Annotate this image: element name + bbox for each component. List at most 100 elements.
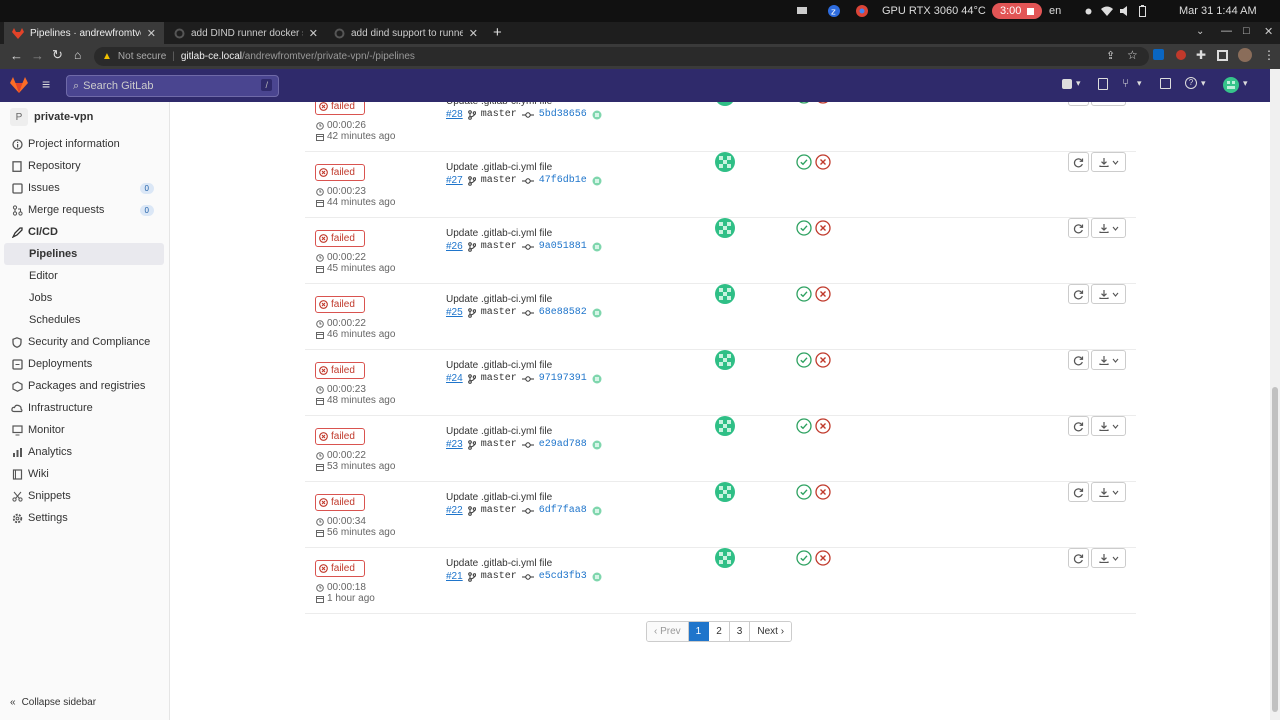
- pagination-page-3[interactable]: 3: [729, 622, 751, 641]
- status-badge[interactable]: failed: [315, 362, 365, 379]
- pagination-page-2[interactable]: 2: [709, 622, 730, 641]
- branch-name[interactable]: master: [481, 109, 517, 120]
- status-badge[interactable]: failed: [315, 102, 365, 115]
- tab-pipelines[interactable]: Pipelines · andrewfromtver / ✕: [4, 22, 164, 44]
- commit-sha[interactable]: 68e88582: [539, 307, 587, 318]
- sidebar-item-wiki[interactable]: Wiki: [4, 463, 164, 485]
- close-icon[interactable]: ✕: [469, 27, 478, 40]
- commit-title[interactable]: Update .gitlab-ci.yml file: [446, 228, 552, 239]
- commit-title[interactable]: Update .gitlab-ci.yml file: [446, 360, 552, 371]
- page-scrollbar[interactable]: [1270, 69, 1280, 720]
- sidebar-item-settings[interactable]: Settings: [4, 507, 164, 529]
- stage-success-icon[interactable]: [796, 418, 812, 434]
- retry-button[interactable]: [1068, 548, 1089, 568]
- sidepanel-icon[interactable]: [1217, 50, 1228, 61]
- pipeline-id-link[interactable]: #26: [446, 241, 463, 252]
- retry-button[interactable]: [1068, 152, 1089, 172]
- stage-failed-icon[interactable]: [815, 550, 831, 566]
- collapse-sidebar-button[interactable]: « Collapse sidebar: [10, 697, 96, 708]
- branch-name[interactable]: master: [481, 439, 517, 450]
- tab-dind-runner[interactable]: add DIND runner docker subn ✕: [166, 22, 326, 44]
- project-name[interactable]: private-vpn: [34, 111, 93, 123]
- download-artifacts-button[interactable]: [1091, 218, 1126, 238]
- branch-name[interactable]: master: [481, 241, 517, 252]
- pipeline-id-link[interactable]: #28: [446, 109, 463, 120]
- branch-name[interactable]: master: [481, 571, 517, 582]
- issues-header-icon[interactable]: [1098, 78, 1108, 90]
- triggerer-avatar[interactable]: [715, 482, 735, 502]
- stage-failed-icon[interactable]: [815, 220, 831, 236]
- stage-failed-icon[interactable]: [815, 154, 831, 170]
- download-artifacts-button[interactable]: [1091, 350, 1126, 370]
- sidebar-item-monitor[interactable]: Monitor: [4, 419, 164, 441]
- triggerer-avatar[interactable]: [715, 548, 735, 568]
- sidebar-item-merge-requests[interactable]: Merge requests 0: [4, 199, 164, 221]
- commit-sha[interactable]: 6df7faa8: [539, 505, 587, 516]
- pipeline-id-link[interactable]: #22: [446, 505, 463, 516]
- search-input[interactable]: ⌕ Search GitLab /: [66, 75, 279, 97]
- close-icon[interactable]: ✕: [147, 27, 156, 40]
- pipeline-id-link[interactable]: #27: [446, 175, 463, 186]
- sidebar-item-infrastructure[interactable]: Infrastructure: [4, 397, 164, 419]
- commit-title[interactable]: Update .gitlab-ci.yml file: [446, 102, 552, 107]
- status-badge[interactable]: failed: [315, 494, 365, 511]
- retry-button[interactable]: [1068, 218, 1089, 238]
- status-badge[interactable]: failed: [315, 230, 365, 247]
- triggerer-avatar[interactable]: [715, 284, 735, 304]
- puzzle-extensions-icon[interactable]: ✚: [1196, 48, 1206, 62]
- battery-icon[interactable]: [1139, 0, 1146, 22]
- commit-title[interactable]: Update .gitlab-ci.yml file: [446, 492, 552, 503]
- scrollbar-thumb[interactable]: [1272, 387, 1278, 712]
- chevron-down-icon[interactable]: ▾: [1243, 78, 1248, 89]
- sidebar-item-schedules[interactable]: Schedules: [4, 309, 164, 331]
- sidebar-item-issues[interactable]: Issues 0: [4, 177, 164, 199]
- home-icon[interactable]: ⌂: [74, 48, 81, 62]
- triggerer-avatar[interactable]: [715, 350, 735, 370]
- triggerer-avatar[interactable]: [715, 416, 735, 436]
- help-icon[interactable]: ?: [1185, 77, 1197, 89]
- project-avatar[interactable]: P: [10, 108, 28, 126]
- commit-title[interactable]: Update .gitlab-ci.yml file: [446, 294, 552, 305]
- chevron-down-icon[interactable]: ▾: [1076, 78, 1081, 89]
- stage-success-icon[interactable]: [796, 102, 812, 104]
- chrome-icon[interactable]: [856, 0, 868, 22]
- retry-button[interactable]: [1068, 102, 1089, 106]
- triggerer-avatar[interactable]: [715, 152, 735, 172]
- pagination-next[interactable]: Next ›: [750, 622, 792, 641]
- stage-failed-icon[interactable]: [815, 484, 831, 500]
- stage-success-icon[interactable]: [796, 484, 812, 500]
- todo-icon[interactable]: [1160, 78, 1171, 89]
- timer-pill[interactable]: 3:00: [992, 3, 1043, 19]
- linkedin-extension-icon[interactable]: [1153, 49, 1164, 60]
- stage-failed-icon[interactable]: [815, 102, 831, 104]
- maximize-icon[interactable]: □: [1243, 25, 1250, 37]
- pipeline-id-link[interactable]: #25: [446, 307, 463, 318]
- reload-icon[interactable]: ↻: [52, 47, 63, 63]
- stage-success-icon[interactable]: [796, 286, 812, 302]
- brightness-icon[interactable]: [1083, 0, 1094, 22]
- chevron-down-icon[interactable]: ▾: [1201, 78, 1206, 89]
- close-icon[interactable]: ✕: [309, 27, 318, 40]
- commit-title[interactable]: Update .gitlab-ci.yml file: [446, 426, 552, 437]
- commit-title[interactable]: Update .gitlab-ci.yml file: [446, 162, 552, 173]
- sidebar-item-packages-registries[interactable]: Packages and registries: [4, 375, 164, 397]
- sidebar-item-jobs[interactable]: Jobs: [4, 287, 164, 309]
- sidebar-item-analytics[interactable]: Analytics: [4, 441, 164, 463]
- sidebar-item-deployments[interactable]: Deployments: [4, 353, 164, 375]
- commit-title[interactable]: Update .gitlab-ci.yml file: [446, 558, 552, 569]
- keyboard-lang[interactable]: en: [1049, 0, 1061, 22]
- chevron-down-icon[interactable]: ▾: [1137, 78, 1142, 89]
- sidebar-item-cicd[interactable]: CI/CD: [4, 221, 164, 243]
- volume-icon[interactable]: [1120, 0, 1132, 22]
- stage-failed-icon[interactable]: [815, 352, 831, 368]
- status-badge[interactable]: failed: [315, 296, 365, 313]
- status-badge[interactable]: failed: [315, 164, 365, 181]
- download-artifacts-button[interactable]: [1091, 548, 1126, 568]
- new-item-icon[interactable]: [1062, 79, 1072, 89]
- z-app-icon[interactable]: z: [828, 0, 840, 22]
- tab-search-chevron-icon[interactable]: ⌄: [1196, 26, 1204, 37]
- sidebar-item-pipelines[interactable]: Pipelines: [4, 243, 164, 265]
- commit-sha[interactable]: 5bd38656: [539, 109, 587, 120]
- download-artifacts-button[interactable]: [1091, 416, 1126, 436]
- sidebar-item-security-compliance[interactable]: Security and Compliance: [4, 331, 164, 353]
